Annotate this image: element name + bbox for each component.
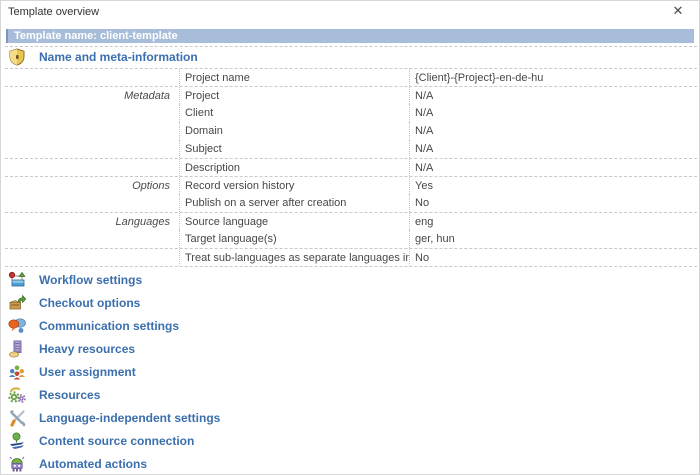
section-header-content-source-connection[interactable]: Content source connection bbox=[8, 429, 694, 452]
table-row: Languages Source language eng bbox=[5, 212, 697, 230]
row-value: N/A bbox=[409, 104, 697, 122]
gears-icon bbox=[8, 386, 26, 404]
row-group-label: Languages bbox=[5, 213, 179, 230]
section-header-checkout-options[interactable]: Checkout options bbox=[8, 291, 694, 314]
section-label: Automated actions bbox=[39, 457, 147, 471]
row-property: Source language bbox=[179, 213, 409, 230]
row-group-label: Metadata bbox=[5, 87, 179, 104]
row-group-label bbox=[5, 104, 179, 122]
section-label: Checkout options bbox=[39, 296, 140, 310]
row-property: Subject bbox=[179, 140, 409, 158]
table-row: Target language(s) ger, hun bbox=[5, 230, 697, 248]
row-property: Target language(s) bbox=[179, 230, 409, 248]
table-row: Treat sub-languages as separate language… bbox=[5, 248, 697, 266]
row-property: Publish on a server after creation bbox=[179, 194, 409, 212]
table-row: Project name {Client}-{Project}-en-de-hu bbox=[5, 68, 697, 86]
table-row: Subject N/A bbox=[5, 140, 697, 158]
table-row: Publish on a server after creation No bbox=[5, 194, 697, 212]
section-label: Language-independent settings bbox=[39, 411, 220, 425]
section-header-heavy-resources[interactable]: Heavy resources bbox=[8, 337, 694, 360]
section-header-name-and-meta-information[interactable]: Name and meta-information bbox=[8, 47, 198, 67]
table-row: Client N/A bbox=[5, 104, 697, 122]
table-row: Options Record version history Yes bbox=[5, 176, 697, 194]
section-label: Communication settings bbox=[39, 319, 179, 333]
row-group-label bbox=[5, 122, 179, 140]
section-header-user-assignment[interactable]: User assignment bbox=[8, 360, 694, 383]
section-label: Resources bbox=[39, 388, 100, 402]
row-group-label bbox=[5, 69, 179, 86]
row-value: N/A bbox=[409, 159, 697, 176]
row-value: N/A bbox=[409, 140, 697, 158]
checkout-icon bbox=[8, 294, 26, 312]
workflow-icon bbox=[8, 271, 26, 289]
separator bbox=[5, 266, 697, 267]
window-title: Template overview bbox=[8, 6, 99, 18]
meta-properties-table: Project name {Client}-{Project}-en-de-hu… bbox=[5, 68, 697, 266]
row-value: N/A bbox=[409, 87, 697, 104]
connection-icon bbox=[8, 432, 26, 450]
close-button[interactable]: ✕ bbox=[670, 3, 686, 19]
section-label: Workflow settings bbox=[39, 273, 142, 287]
row-value: N/A bbox=[409, 122, 697, 140]
template-overview-dialog: { "titlebar": { "title": "Template overv… bbox=[0, 0, 700, 475]
row-property: Project name bbox=[179, 69, 409, 86]
row-property: Record version history bbox=[179, 177, 409, 194]
table-row: Description N/A bbox=[5, 158, 697, 176]
section-label: Content source connection bbox=[39, 434, 194, 448]
section-header-language-independent-settings[interactable]: Language-independent settings bbox=[8, 406, 694, 429]
collapsed-sections: Workflow settings Checkout options Commu… bbox=[8, 268, 694, 475]
robot-icon bbox=[8, 455, 26, 473]
row-property: Project bbox=[179, 87, 409, 104]
row-value: No bbox=[409, 249, 697, 266]
row-value: {Client}-{Project}-en-de-hu bbox=[409, 69, 697, 86]
row-value: No bbox=[409, 194, 697, 212]
section-title: Name and meta-information bbox=[39, 50, 198, 64]
section-label: Heavy resources bbox=[39, 342, 135, 356]
section-header-workflow-settings[interactable]: Workflow settings bbox=[8, 268, 694, 291]
row-group-label bbox=[5, 159, 179, 176]
section-label: User assignment bbox=[39, 365, 136, 379]
row-value: Yes bbox=[409, 177, 697, 194]
user-group-icon bbox=[8, 363, 26, 381]
row-property: Domain bbox=[179, 122, 409, 140]
speech-bubbles-icon bbox=[8, 317, 26, 335]
row-value: eng bbox=[409, 213, 697, 230]
template-name-banner: Template name: client-template bbox=[6, 29, 694, 43]
row-value: ger, hun bbox=[409, 230, 697, 248]
row-group-label bbox=[5, 140, 179, 158]
row-group-label bbox=[5, 249, 179, 266]
hand-filmstrip-icon bbox=[8, 340, 26, 358]
table-row: Domain N/A bbox=[5, 122, 697, 140]
table-row: Metadata Project N/A bbox=[5, 86, 697, 104]
row-property: Treat sub-languages as separate language… bbox=[179, 249, 409, 266]
row-group-label bbox=[5, 194, 179, 212]
section-header-resources[interactable]: Resources bbox=[8, 383, 694, 406]
row-group-label bbox=[5, 230, 179, 248]
shield-icon bbox=[8, 48, 26, 66]
row-property: Client bbox=[179, 104, 409, 122]
crossed-tools-icon bbox=[8, 409, 26, 427]
row-property: Description bbox=[179, 159, 409, 176]
section-header-automated-actions[interactable]: Automated actions bbox=[8, 452, 694, 475]
section-header-communication-settings[interactable]: Communication settings bbox=[8, 314, 694, 337]
row-group-label: Options bbox=[5, 177, 179, 194]
